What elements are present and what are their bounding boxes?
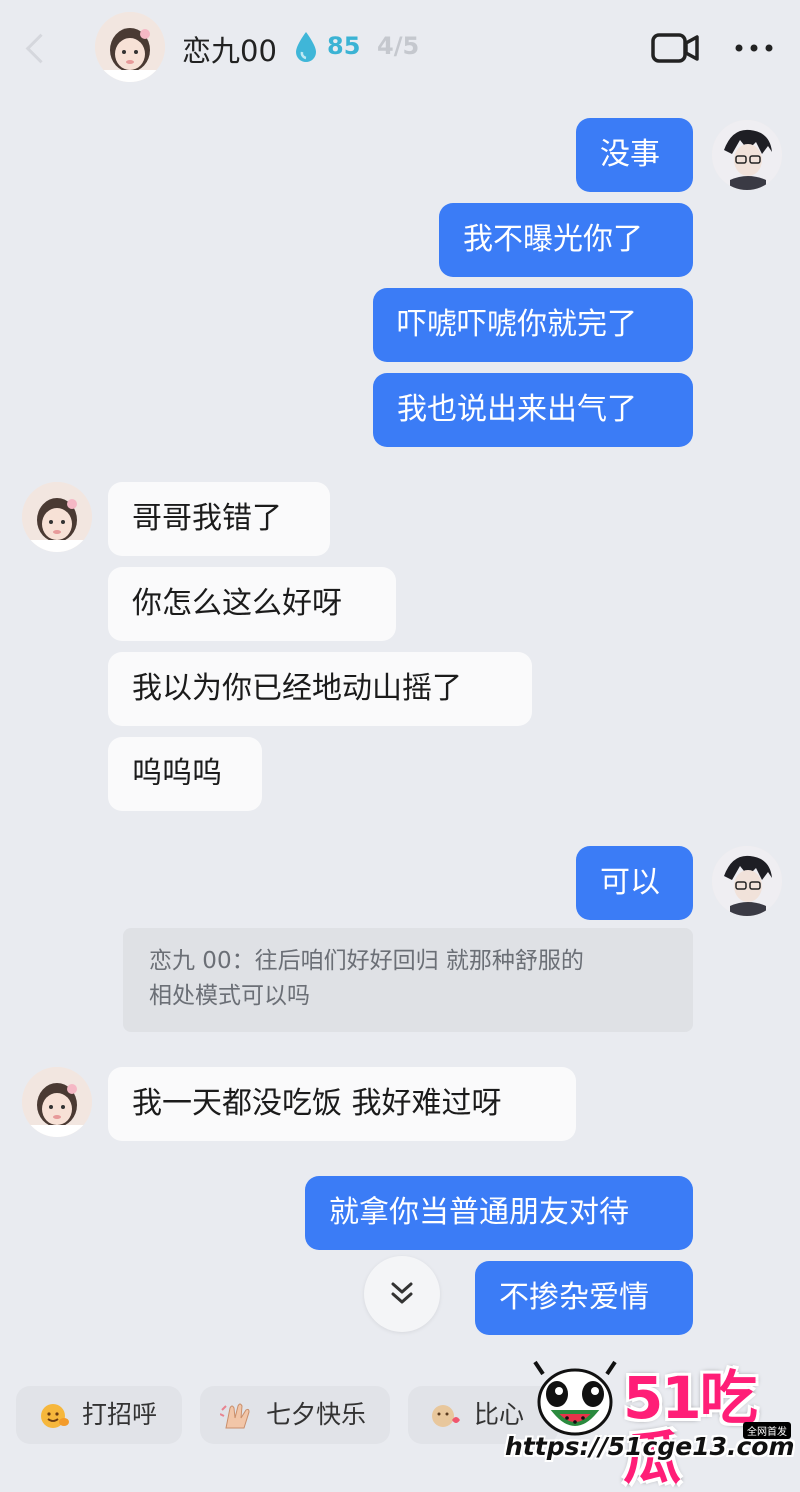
self-avatar[interactable] xyxy=(712,120,782,190)
message-bubble-sent[interactable]: 可以 xyxy=(576,846,693,920)
quick-reply-chip[interactable]: 七夕快乐 xyxy=(200,1386,390,1444)
page-indicator: 4/5 xyxy=(377,32,420,60)
wave-emoji-icon xyxy=(41,1404,69,1428)
contact-avatar[interactable] xyxy=(95,12,165,82)
message-bubble-sent[interactable]: 我也说出来出气了 xyxy=(373,373,693,447)
quick-reply-chip[interactable]: 打招呼 xyxy=(16,1386,182,1444)
contact-avatar[interactable] xyxy=(22,1067,92,1137)
message-bubble-received[interactable]: 哥哥我错了 xyxy=(108,482,330,556)
double-chevron-down-icon xyxy=(391,1282,413,1304)
quoted-message[interactable]: 恋九 00：往后咱们好好回归 就那种舒服的 相处模式可以吗 xyxy=(123,928,693,1032)
message-bubble-received[interactable]: 我一天都没吃饭 我好难过呀 xyxy=(108,1067,576,1141)
quick-reply-label: 打招呼 xyxy=(82,1400,158,1429)
message-bubble-sent[interactable]: 我不曝光你了 xyxy=(439,203,693,277)
message-bubble-received[interactable]: 呜呜呜 xyxy=(108,737,262,811)
watermark: 51吃瓜 全网首发 https://51cge13.com xyxy=(505,1360,800,1488)
self-avatar[interactable] xyxy=(712,846,782,916)
more-options-icon[interactable] xyxy=(733,38,775,58)
intimacy-value: 85 xyxy=(327,32,361,60)
back-chevron-icon[interactable] xyxy=(25,33,56,64)
hands-emoji-icon xyxy=(220,1403,250,1429)
contact-avatar[interactable] xyxy=(22,482,92,552)
message-bubble-received[interactable]: 我以为你已经地动山摇了 xyxy=(108,652,532,726)
message-bubble-sent[interactable]: 就拿你当普通朋友对待 xyxy=(305,1176,693,1250)
video-call-icon[interactable] xyxy=(650,30,700,66)
quick-reply-label: 七夕快乐 xyxy=(266,1400,367,1429)
quote-line: 相处模式可以吗 xyxy=(149,983,310,1009)
watermark-url: https://51cge13.com xyxy=(505,1432,795,1461)
message-bubble-sent[interactable]: 不掺杂爱情 xyxy=(475,1261,693,1335)
heart-hand-emoji-icon xyxy=(432,1405,460,1427)
chat-header: 恋九00 85 4/5 xyxy=(0,0,800,100)
water-drop-icon xyxy=(296,32,316,62)
quote-line: 恋九 00：往后咱们好好回归 就那种舒服的 xyxy=(149,948,584,974)
watermelon-mascot-icon xyxy=(533,1360,617,1436)
message-bubble-sent[interactable]: 没事 xyxy=(576,118,693,192)
message-bubble-sent[interactable]: 吓唬吓唬你就完了 xyxy=(373,288,693,362)
message-bubble-received[interactable]: 你怎么这么好呀 xyxy=(108,567,396,641)
contact-name[interactable]: 恋九00 xyxy=(182,28,277,70)
scroll-to-bottom-button[interactable] xyxy=(364,1256,440,1332)
